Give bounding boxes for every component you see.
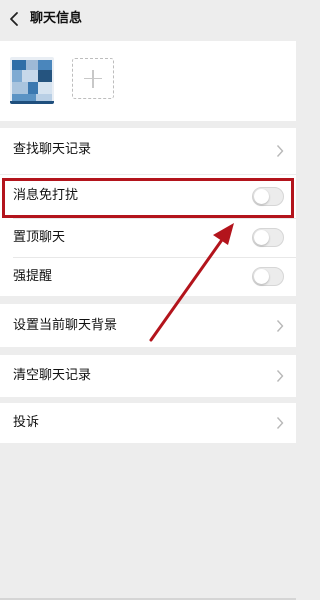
clear-chat-history-row[interactable]: 清空聊天记录 [0,355,296,397]
members-panel [0,41,296,121]
report-section: 投诉 [0,403,296,443]
report-row[interactable]: 投诉 [0,403,296,443]
chevron-right-icon [276,320,284,332]
pin-chat-label: 置顶聊天 [13,230,66,245]
strong-reminder-toggle[interactable] [252,267,284,286]
pin-chat-row: 置顶聊天 [0,219,296,257]
clear-chat-history-label: 清空聊天记录 [13,368,92,383]
highlight-box [2,178,294,218]
search-chat-history-row[interactable]: 查找聊天记录 [0,128,296,174]
chevron-right-icon [276,370,284,382]
strong-reminder-row: 强提醒 [0,258,296,296]
chevron-right-icon [276,145,284,157]
set-chat-background-row[interactable]: 设置当前聊天背景 [0,304,296,347]
search-section: 查找聊天记录 [0,128,296,174]
top-bar: 聊天信息 [0,0,296,38]
set-chat-background-label: 设置当前聊天背景 [13,318,118,333]
pin-chat-toggle[interactable] [252,228,284,247]
add-member-button[interactable] [72,58,114,99]
strong-reminder-label: 强提醒 [13,269,53,284]
chevron-left-icon[interactable] [7,10,21,28]
clear-section: 清空聊天记录 [0,355,296,397]
page-title: 聊天信息 [30,11,83,26]
background-section: 设置当前聊天背景 [0,304,296,347]
avatar[interactable] [10,57,54,104]
report-label: 投诉 [13,415,40,430]
search-chat-history-label: 查找聊天记录 [13,142,92,157]
chevron-right-icon [276,417,284,429]
